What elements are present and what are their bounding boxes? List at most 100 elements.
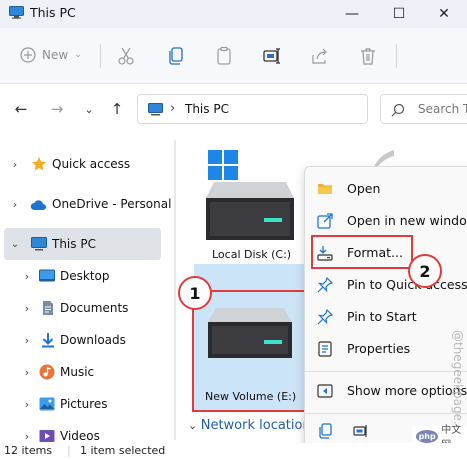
forward-button[interactable]: → bbox=[46, 98, 68, 120]
sidebar-item-label: Pictures bbox=[60, 397, 108, 411]
menu-item-label: Show more options bbox=[347, 383, 467, 398]
toolbar-divider bbox=[100, 44, 101, 68]
menu-item-pin-quick-access[interactable]: Pin to Quick access bbox=[305, 269, 467, 301]
navigation-pane: › Quick access › OneDrive - Personal ⌄ T… bbox=[0, 136, 176, 443]
chevron-right-icon[interactable]: › bbox=[22, 398, 32, 411]
maximize-button[interactable]: ☐ bbox=[376, 0, 422, 28]
context-menu: Open Open in new window Format... Pin to… bbox=[304, 166, 467, 448]
sidebar-item-label: OneDrive - Personal bbox=[52, 197, 172, 211]
sidebar-item-onedrive[interactable]: › OneDrive - Personal bbox=[0, 188, 176, 220]
sidebar-item-documents[interactable]: › Documents bbox=[0, 292, 176, 324]
drive-label: Local Disk (C:) bbox=[212, 248, 292, 261]
documents-icon bbox=[43, 301, 53, 315]
computer-icon bbox=[148, 103, 163, 116]
command-bar: New ⌄ bbox=[0, 28, 467, 84]
arrow-right-icon: → bbox=[50, 100, 64, 118]
chevron-right-icon[interactable]: › bbox=[22, 366, 32, 379]
cut-icon[interactable] bbox=[116, 46, 136, 66]
title-bar: This PC — ☐ ✕ bbox=[0, 0, 467, 28]
close-button[interactable]: ✕ bbox=[421, 0, 467, 28]
status-selection-count: 1 item selected bbox=[80, 444, 166, 457]
arrow-left-icon: ← bbox=[14, 100, 28, 118]
computer-icon bbox=[9, 6, 24, 19]
chevron-right-icon[interactable]: › bbox=[22, 430, 32, 443]
annotation-highlight-box bbox=[311, 235, 413, 269]
plus-circle-icon bbox=[20, 47, 36, 63]
menu-item-open[interactable]: Open bbox=[305, 173, 467, 205]
sidebar-item-label: Videos bbox=[60, 429, 100, 443]
chevron-down-icon: ⌄ bbox=[84, 102, 94, 116]
new-button[interactable]: New ⌄ bbox=[20, 47, 82, 63]
toolbar-divider bbox=[396, 44, 397, 68]
section-network-locations[interactable]: ⌄ Network locations bbox=[188, 418, 317, 433]
step-badge-2: 2 bbox=[408, 254, 442, 288]
chevron-right-icon[interactable]: › bbox=[22, 334, 32, 347]
cloud-icon bbox=[30, 200, 46, 210]
drive-item-local-disk[interactable]: Local Disk (C:) bbox=[198, 150, 298, 268]
share-icon[interactable] bbox=[310, 46, 330, 66]
menu-item-label: Pin to Start bbox=[347, 309, 417, 324]
videos-icon bbox=[39, 430, 55, 442]
music-icon bbox=[39, 364, 55, 380]
status-divider: | bbox=[67, 444, 71, 457]
menu-item-label: Pin to Quick access bbox=[347, 277, 467, 292]
menu-divider bbox=[305, 371, 467, 372]
step-badge-1: 1 bbox=[178, 276, 212, 310]
up-button[interactable]: ↑ bbox=[106, 98, 128, 120]
sidebar-item-music[interactable]: › Music bbox=[0, 356, 176, 388]
menu-item-label: Properties bbox=[347, 341, 411, 356]
minimize-button[interactable]: — bbox=[329, 0, 375, 28]
breadcrumb[interactable]: This PC bbox=[185, 102, 229, 116]
paste-icon[interactable] bbox=[214, 46, 234, 66]
php-logo: php bbox=[416, 429, 439, 443]
pin-icon bbox=[317, 277, 333, 293]
sidebar-item-label: Downloads bbox=[60, 333, 126, 347]
copy-icon[interactable] bbox=[166, 46, 186, 66]
chevron-right-icon[interactable]: › bbox=[10, 158, 20, 171]
rename-icon[interactable] bbox=[262, 46, 282, 66]
open-new-window-icon bbox=[317, 213, 333, 229]
sidebar-item-label: Quick access bbox=[52, 157, 131, 171]
window-title: This PC bbox=[30, 5, 76, 20]
menu-item-show-more-options[interactable]: Show more options bbox=[305, 375, 467, 407]
downloads-icon bbox=[42, 333, 54, 348]
sidebar-item-quick-access[interactable]: › Quick access bbox=[0, 148, 176, 180]
rename-icon[interactable] bbox=[353, 423, 369, 439]
sidebar-item-pictures[interactable]: › Pictures bbox=[0, 388, 176, 420]
chevron-down-icon: ⌄ bbox=[74, 50, 82, 60]
sidebar-item-desktop[interactable]: › Desktop bbox=[0, 260, 176, 292]
address-bar[interactable]: › This PC bbox=[137, 94, 368, 124]
sidebar-item-label: Music bbox=[60, 365, 95, 379]
windows-drive-icon bbox=[206, 150, 294, 240]
arrow-up-icon: ↑ bbox=[110, 100, 124, 118]
chevron-right-icon[interactable]: › bbox=[22, 270, 32, 283]
chevron-down-icon: ⌄ bbox=[188, 419, 201, 432]
chevron-down-icon[interactable]: ⌄ bbox=[10, 239, 20, 250]
sidebar-item-label: Documents bbox=[60, 301, 129, 315]
copy-icon[interactable] bbox=[319, 423, 333, 439]
menu-item-properties[interactable]: Properties bbox=[305, 333, 467, 365]
desktop-icon bbox=[39, 269, 55, 282]
menu-item-label: Open in new window bbox=[347, 213, 467, 228]
computer-icon bbox=[31, 237, 47, 251]
section-label: Network locations bbox=[200, 418, 318, 433]
more-options-icon bbox=[317, 384, 333, 398]
back-button[interactable]: ← bbox=[10, 98, 32, 120]
chevron-right-icon[interactable]: › bbox=[22, 302, 32, 315]
chevron-right-icon[interactable]: › bbox=[10, 198, 20, 211]
recent-locations-button[interactable]: ⌄ bbox=[78, 98, 100, 120]
star-icon bbox=[32, 157, 46, 171]
sidebar-item-this-pc[interactable]: ⌄ This PC bbox=[4, 228, 161, 260]
sidebar-item-downloads[interactable]: › Downloads bbox=[0, 324, 176, 356]
delete-icon[interactable] bbox=[358, 46, 378, 66]
breadcrumb-chevron-icon: › bbox=[170, 101, 176, 116]
menu-item-open-in-new-window[interactable]: Open in new window bbox=[305, 205, 467, 237]
annotation-highlight-box bbox=[192, 290, 307, 412]
sidebar-item-label: This PC bbox=[52, 237, 96, 251]
status-item-count: 12 items bbox=[4, 444, 53, 457]
status-bar: 12 items | 1 item selected bbox=[0, 443, 467, 460]
menu-divider bbox=[305, 413, 467, 414]
search-input[interactable]: Search This PC bbox=[380, 94, 467, 124]
menu-item-pin-to-start[interactable]: Pin to Start bbox=[305, 301, 467, 333]
address-row: ← → ⌄ ↑ › This PC Search This PC bbox=[0, 84, 467, 136]
